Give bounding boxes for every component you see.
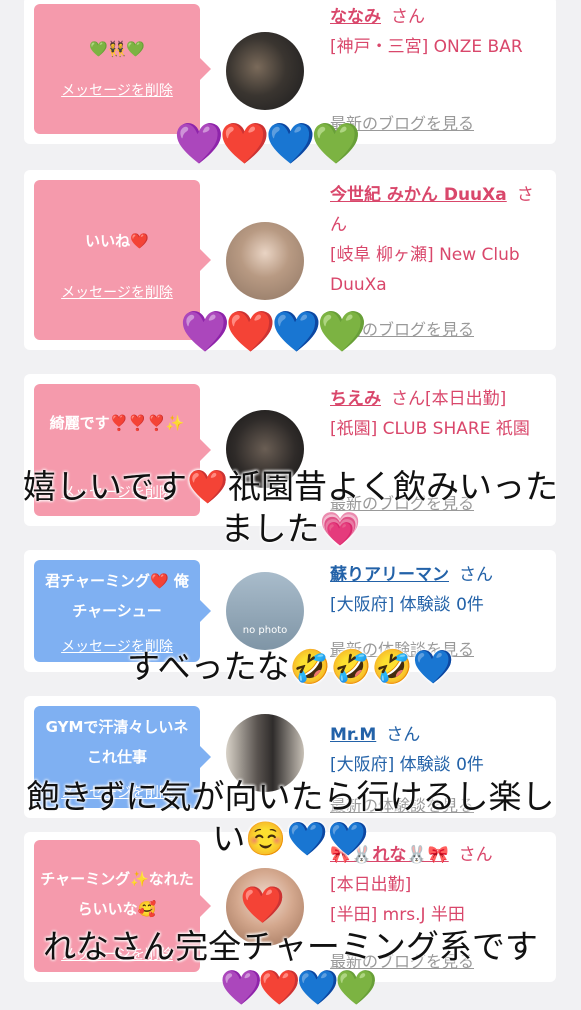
delete-message-link[interactable]: メッセージを削除 <box>34 282 200 302</box>
shop-location[interactable]: [祇園] CLUB SHARE 祇園 <box>330 419 530 439</box>
message-text: 💚👯💚 <box>88 40 146 58</box>
no-photo-label: no photo <box>242 625 288 636</box>
profile-name-link[interactable]: ななみ <box>330 7 381 27</box>
honorific: さん <box>459 565 493 585</box>
shop-location[interactable]: [大阪府] 体験談 0件 <box>330 755 484 775</box>
message-bubble: 💚👯💚 メッセージを削除 <box>34 4 211 134</box>
shop-location[interactable]: [半田] mrs.J 半田 <box>330 905 465 925</box>
work-status: [本日出勤] <box>330 875 412 895</box>
honorific: さん[本日出勤] <box>391 389 507 409</box>
hearts-sticker: 💜❤️💙💚 <box>180 309 367 355</box>
profile-name-link[interactable]: 蘇りアリーマン <box>330 565 449 585</box>
shop-location[interactable]: [大阪府] 体験談 0件 <box>330 595 484 615</box>
profile-name-link[interactable]: Mr.M <box>330 725 376 745</box>
caption-overlay: 嬉しいです❤️祇園昔よく飲みいったました💗 <box>22 467 559 548</box>
hearts-sticker: 💜❤️💙💚 <box>220 968 377 1008</box>
heart-sticker: ❤️ <box>240 885 285 926</box>
message-text: GYMで汗清々しいネ これ仕事 <box>45 718 189 766</box>
shop-location[interactable]: [神戸・三宮] ONZE BAR <box>330 37 523 57</box>
message-text: チャーミング✨なれたらいいな🥰 <box>40 870 194 918</box>
profile-name-link[interactable]: 今世紀 みかん DuuXa <box>330 185 507 205</box>
caption-overlay: 飽きずに気が向いたら行けるし楽しい☺️💙💙 <box>26 777 555 858</box>
caption-overlay: すべったな🤣🤣🤣💙 <box>126 647 455 686</box>
avatar[interactable] <box>226 222 304 300</box>
message-text: いいね❤️ <box>85 232 149 250</box>
avatar[interactable] <box>226 32 304 110</box>
hearts-sticker: 💜❤️💙💚 <box>174 121 361 167</box>
shop-location[interactable]: [岐阜 柳ヶ瀬] New Club DuuXa <box>330 245 520 295</box>
delete-message-link[interactable]: メッセージを削除 <box>34 80 200 100</box>
honorific: さん <box>386 725 421 745</box>
message-text: 綺麗です❣️❣️❣️✨ <box>49 414 185 432</box>
profile-name-link[interactable]: ちえみ <box>330 389 381 409</box>
caption-overlay: れなさん完全チャーミング系です <box>43 927 538 966</box>
message-text: 君チャーミング❤️ 俺チャーシュー <box>45 572 189 620</box>
avatar[interactable]: no photo <box>226 572 304 650</box>
message-bubble: いいね❤️ メッセージを削除 <box>34 180 211 340</box>
honorific: さん <box>391 7 425 27</box>
